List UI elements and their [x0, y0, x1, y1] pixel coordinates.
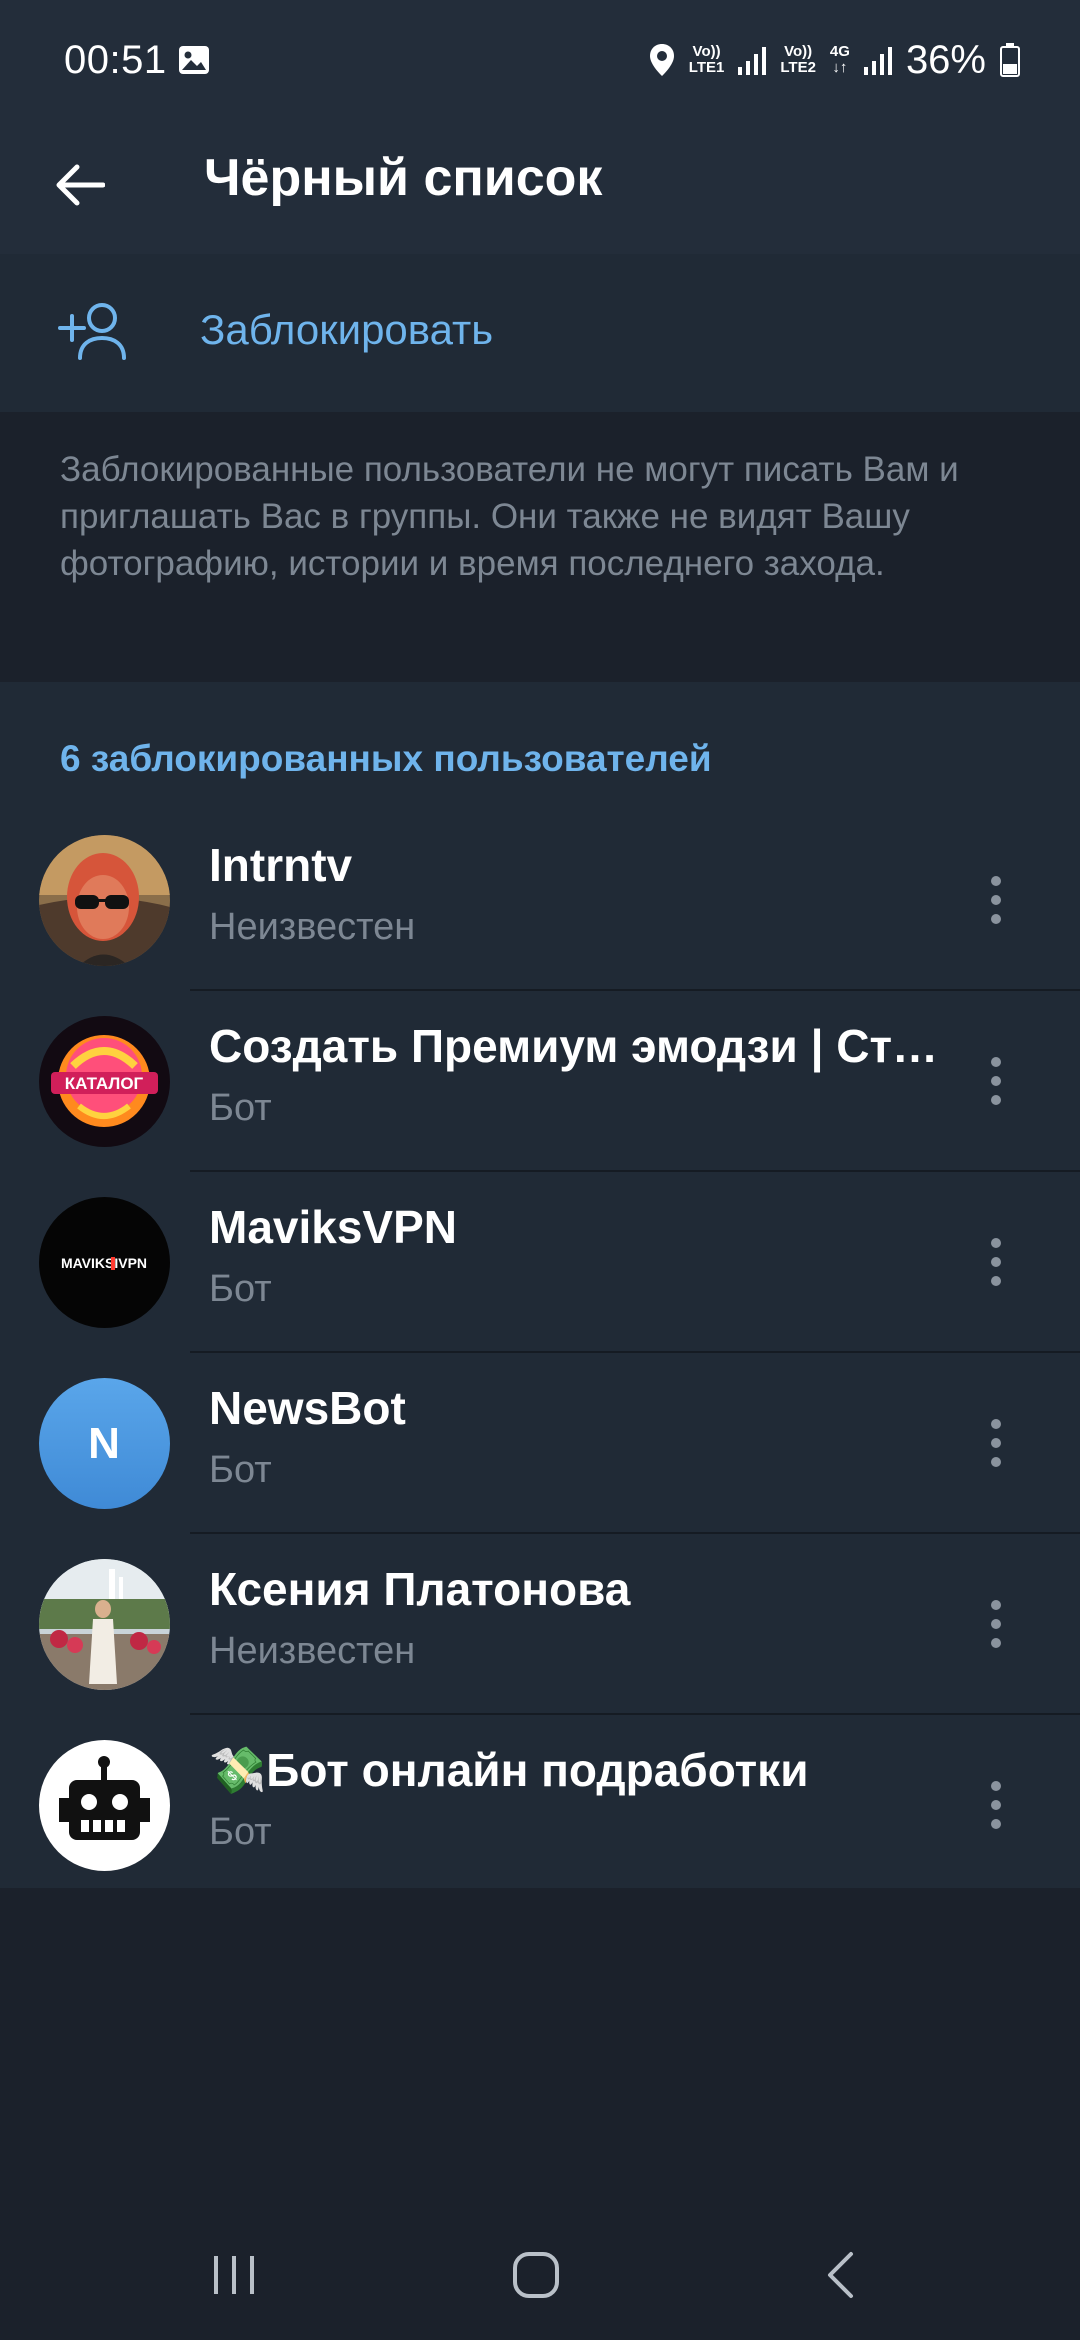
system-navigation-bar [0, 2200, 1080, 2340]
more-vertical-icon [991, 1600, 1001, 1610]
more-vertical-icon [991, 1238, 1001, 1248]
back-nav-button[interactable] [800, 2240, 880, 2310]
signal-sim1-icon [738, 47, 767, 75]
more-options-button[interactable] [966, 860, 1026, 940]
svg-text:КАТАЛОГ: КАТАЛОГ [65, 1074, 144, 1093]
status-time: 00:51 [64, 38, 167, 82]
blocked-users-section: 6 заблокированных пользователей Intrntv … [0, 682, 1080, 1888]
blocked-user-row[interactable]: Ксения Платонова Неизвестен [0, 1534, 1080, 1715]
home-button[interactable] [496, 2240, 576, 2310]
blocked-user-row[interactable]: 💸Бот онлайн подработки Бот [0, 1715, 1080, 1896]
svg-text:MAVIKSIVPN: MAVIKSIVPN [61, 1255, 147, 1271]
blocked-user-row[interactable]: Intrntv Неизвестен [0, 810, 1080, 991]
sim2-label: Vo)) LTE2 [780, 43, 816, 76]
avatar [39, 835, 170, 966]
page-title: Чёрный список [204, 149, 603, 207]
blocked-user-row[interactable]: MAVIKSIVPN MaviksVPN Бот [0, 1172, 1080, 1353]
user-name: MaviksVPN [209, 1201, 458, 1253]
more-vertical-icon [991, 1781, 1001, 1791]
info-text: Заблокированные пользователи не могут пи… [60, 450, 959, 583]
status-icons: Vo)) LTE1 Vo)) LTE2 4G ↓↑ 36% [649, 36, 1020, 84]
app-bar: Чёрный список [0, 120, 1080, 254]
more-options-button[interactable] [966, 1765, 1026, 1845]
avatar: N [39, 1378, 170, 1509]
home-icon [513, 2252, 559, 2298]
chevron-left-icon [828, 2252, 853, 2298]
signal-sim2-icon [863, 47, 892, 75]
avatar [39, 1559, 170, 1690]
user-name: Intrntv [209, 839, 353, 891]
info-area: Заблокированные пользователи не могут пи… [0, 412, 1080, 682]
blocked-user-row[interactable]: N NewsBot Бот [0, 1353, 1080, 1534]
recent-apps-button[interactable] [194, 2240, 274, 2310]
avatar: MAVIKSIVPN [39, 1197, 170, 1328]
robot-icon [39, 1740, 170, 1871]
user-status: Бот [209, 1087, 272, 1129]
more-options-button[interactable] [966, 1584, 1026, 1664]
add-user-icon [58, 303, 126, 360]
battery-icon [1000, 43, 1020, 77]
sim1-label: Vo)) LTE1 [688, 43, 725, 76]
more-vertical-icon [991, 876, 1001, 886]
user-status: Бот [209, 1449, 272, 1491]
more-options-button[interactable] [966, 1222, 1026, 1302]
avatar [39, 1740, 170, 1871]
user-status: Неизвестен [209, 1630, 416, 1672]
recent-apps-icon [214, 2256, 254, 2294]
status-bar: 00:51 Vo)) LTE1 Vo)) LTE2 4G ↓↑ 36% [0, 0, 1080, 120]
user-name: NewsBot [209, 1382, 406, 1434]
user-status: Бот [209, 1811, 272, 1853]
location-icon [649, 44, 674, 76]
more-options-button[interactable] [966, 1041, 1026, 1121]
arrow-left-icon [56, 164, 105, 206]
svg-text:N: N [88, 1419, 120, 1468]
more-options-button[interactable] [966, 1403, 1026, 1483]
back-button[interactable] [40, 145, 120, 225]
more-vertical-icon [991, 1057, 1001, 1067]
user-name: Ксения Платонова [209, 1563, 631, 1615]
user-name: 💸Бот онлайн подработки [209, 1744, 809, 1796]
user-name: Создать Премиум эмодзи | Стикеры [209, 1020, 939, 1072]
block-user-label: Заблокировать [200, 306, 494, 353]
user-status: Неизвестен [209, 906, 416, 948]
more-vertical-icon [991, 1419, 1001, 1429]
user-status: Бот [209, 1268, 272, 1310]
section-header: 6 заблокированных пользователей [60, 738, 712, 779]
gallery-notification-icon [179, 46, 209, 74]
block-user-button[interactable]: Заблокировать [0, 254, 1080, 412]
network-type-label: 4G ↓↑ [829, 43, 850, 76]
avatar: КАТАЛОГ [39, 1016, 170, 1147]
blocked-user-row[interactable]: КАТАЛОГ Создать Премиум эмодзи | Стикеры… [0, 991, 1080, 1172]
battery-percent: 36% [905, 37, 986, 82]
